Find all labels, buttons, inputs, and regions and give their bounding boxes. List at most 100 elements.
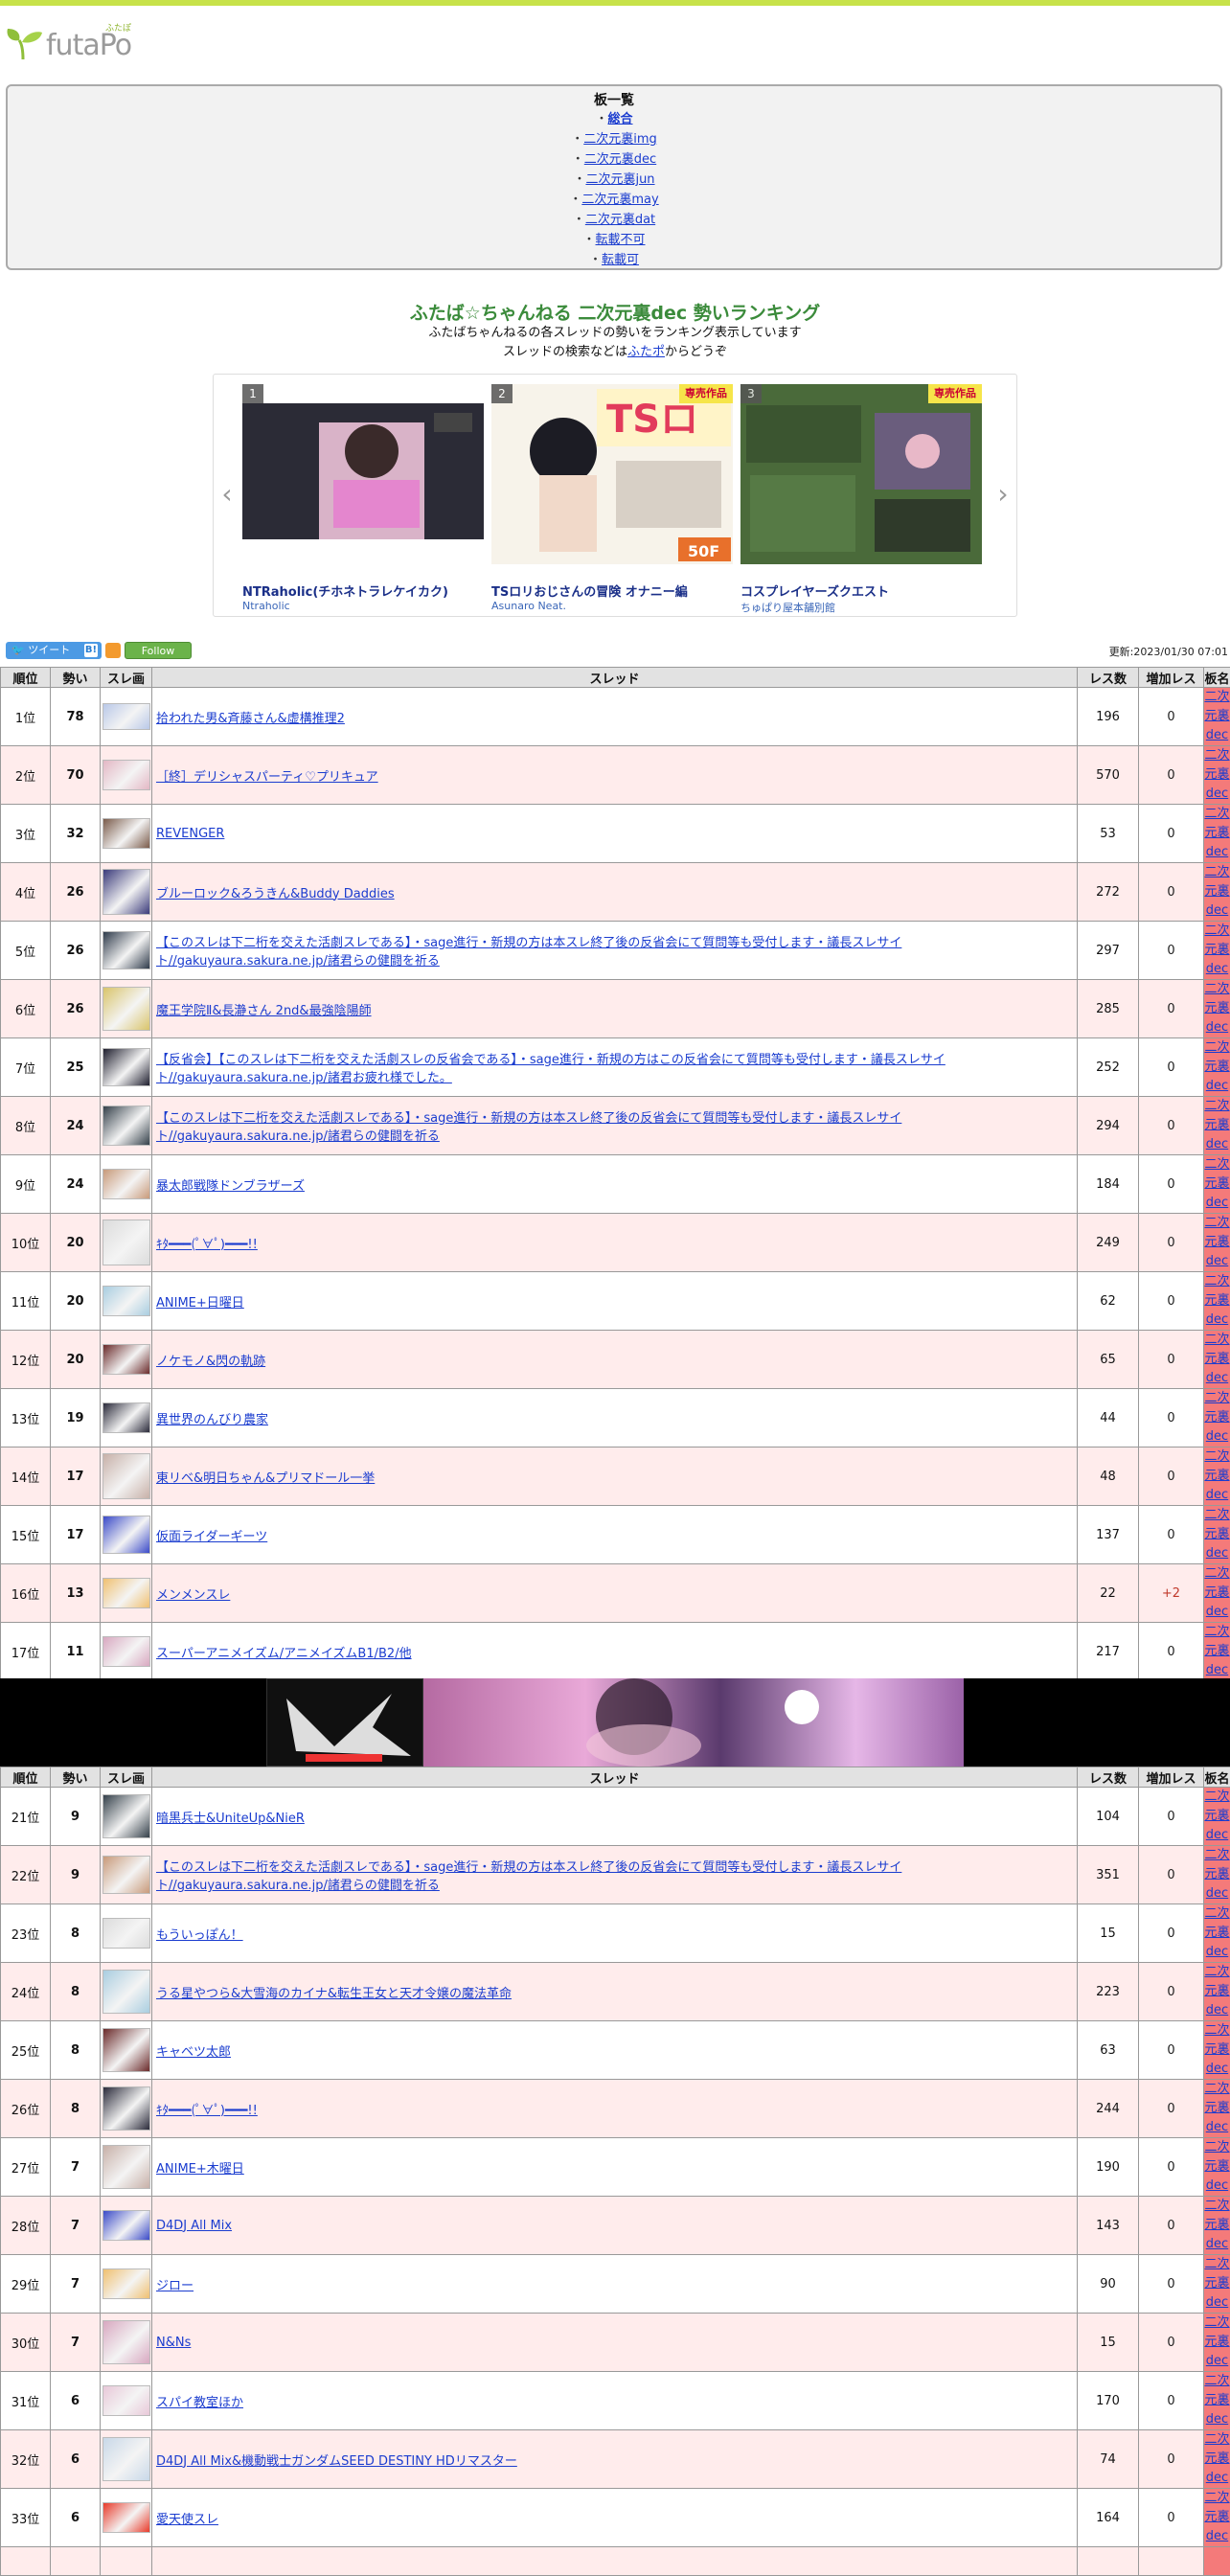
thread-thumbnail[interactable] (102, 2437, 150, 2481)
thread-thumbnail[interactable] (102, 2145, 150, 2189)
thread-thumbnail[interactable] (102, 2086, 150, 2131)
thread-thumbnail[interactable] (102, 1220, 150, 1265)
thread-thumbnail[interactable] (102, 760, 150, 790)
thread-thumbnail[interactable] (102, 2502, 150, 2533)
thread-thumbnail[interactable] (102, 1169, 150, 1199)
thread-link[interactable]: 拾われた男&斉藤さん&虚構推理2 (156, 712, 345, 726)
thread-thumbnail[interactable] (102, 1048, 150, 1086)
thread-link[interactable]: 暗黒兵士&UniteUp&NieR (156, 1812, 305, 1826)
board-name-link[interactable]: 二次元裏dec (1204, 923, 1229, 976)
thread-link[interactable]: キャベツ太郎 (156, 2045, 231, 2060)
thread-thumbnail[interactable] (102, 869, 150, 915)
chevron-left-icon[interactable]: ‹ (217, 480, 237, 509)
board-name-link[interactable]: 二次元裏dec (1204, 2374, 1229, 2427)
board-name-link[interactable]: 二次元裏dec (1204, 865, 1229, 918)
board-name-link[interactable]: 二次元裏dec (1204, 2023, 1229, 2076)
thread-link[interactable]: スパイ教室ほか (156, 2396, 243, 2410)
board-name-link[interactable]: 二次元裏dec (1204, 748, 1229, 801)
thread-link[interactable]: ジロー (156, 2279, 194, 2293)
thread-link[interactable]: D4DJ All Mix&機動戦士ガンダムSEED DESTINY HDリマスタ… (156, 2454, 517, 2469)
board-link[interactable]: 二次元裏img (583, 132, 657, 147)
board-name-link[interactable]: 二次元裏dec (1204, 1216, 1229, 1268)
ad-banner[interactable] (0, 1678, 1230, 1767)
thread-link[interactable]: ブルーロック&ろうきん&Buddy Daddies (156, 887, 395, 901)
board-name-link[interactable]: 二次元裏dec (1204, 2257, 1229, 2310)
thread-thumbnail[interactable] (102, 1344, 150, 1375)
board-name-link[interactable]: 二次元裏dec (1204, 1040, 1229, 1093)
carousel-item[interactable]: 1 NTRaholic(チホネトラレケイカク) Ntraholic (242, 384, 484, 604)
thread-link[interactable]: 異世界のんびり農家 (156, 1413, 268, 1427)
board-name-link[interactable]: 二次元裏dec (1204, 1625, 1229, 1677)
thread-thumbnail[interactable] (102, 1636, 150, 1667)
board-name-link[interactable]: 二次元裏dec (1204, 1566, 1229, 1619)
board-name-link[interactable]: 二次元裏dec (1204, 2315, 1229, 2368)
thread-thumbnail[interactable] (102, 2210, 150, 2241)
thread-link[interactable]: 仮面ライダーギーツ (156, 1530, 267, 1544)
carousel-item[interactable]: TSロ 50F 2 専売作品 TSロリおじさんの冒険 オナニー編 Asunaro… (491, 384, 733, 604)
thread-thumbnail[interactable] (102, 1578, 150, 1608)
board-name-link[interactable]: 二次元裏dec (1204, 1449, 1229, 1502)
board-name-link[interactable]: 二次元裏dec (1204, 2432, 1229, 2485)
board-name-link[interactable]: 二次元裏dec (1204, 2491, 1229, 2543)
thread-link[interactable]: うる星やつら&大雪海のカイナ&転生王女と天才令嬢の魔法革命 (156, 1987, 512, 2001)
thread-thumbnail[interactable] (102, 2385, 150, 2416)
thread-link[interactable]: ノケモノ&閃の軌跡 (156, 1355, 265, 1369)
board-link[interactable]: 二次元裏dec (584, 152, 656, 167)
thread-link[interactable]: N&Ns (156, 2336, 191, 2350)
thread-thumbnail[interactable] (102, 2320, 150, 2364)
thread-thumbnail[interactable] (102, 1856, 150, 1894)
thread-thumbnail[interactable] (102, 1794, 150, 1838)
thread-link[interactable]: ANIME+木曜日 (156, 2162, 244, 2177)
board-name-link[interactable]: 二次元裏dec (1204, 1333, 1229, 1385)
thread-thumbnail[interactable] (102, 1402, 150, 1433)
thread-link[interactable]: 【このスレは下二桁を交えた活劇スレである】・sage進行・新規の方は本スレ終了後… (156, 1860, 901, 1893)
thread-thumbnail[interactable] (102, 931, 150, 969)
board-name-link[interactable]: 二次元裏dec (1204, 1157, 1229, 1210)
thread-thumbnail[interactable] (102, 1106, 150, 1146)
thread-thumbnail[interactable] (102, 1918, 150, 1949)
board-name-link[interactable]: 二次元裏dec (1204, 2199, 1229, 2251)
site-logo[interactable]: futaPo ふたぽ (6, 19, 149, 63)
board-name-link[interactable]: 二次元裏dec (1204, 1848, 1229, 1901)
thread-link[interactable]: もういっぽん！ (156, 1928, 243, 1943)
board-link[interactable]: 総合 (608, 112, 633, 126)
thread-link[interactable]: 暴太郎戦隊ドンブラザーズ (156, 1179, 305, 1194)
thread-link[interactable]: 【このスレは下二桁を交えた活劇スレである】・sage進行・新規の方は本スレ終了後… (156, 936, 901, 969)
thread-thumbnail[interactable] (102, 1286, 150, 1316)
board-name-link[interactable]: 二次元裏dec (1204, 1099, 1229, 1151)
thread-link[interactable]: メンメンスレ (156, 1588, 230, 1603)
thread-link[interactable]: 【反省会】【このスレは下二桁を交えた活劇スレの反省会である】・sage進行・新規… (156, 1053, 945, 1085)
carousel-item[interactable]: 3 専売作品 コスプレイヤーズクエスト ちゅぱり屋本舗別館 (740, 384, 982, 604)
thread-link[interactable]: 愛天使スレ (156, 2513, 218, 2527)
futapo-link[interactable]: ふたポ (627, 345, 665, 359)
hatena-bookmark-icon[interactable]: B! (84, 644, 98, 657)
rss-icon[interactable] (105, 643, 121, 658)
thread-link[interactable]: 東リベ&明日ちゃん&プリマドール一挙 (156, 1471, 375, 1486)
board-link[interactable]: 二次元裏dat (585, 213, 655, 227)
thread-link[interactable]: 【このスレは下二桁を交えた活劇スレである】・sage進行・新規の方は本スレ終了後… (156, 1111, 901, 1144)
thread-thumbnail[interactable] (102, 2028, 150, 2072)
thread-thumbnail[interactable] (102, 818, 150, 849)
board-name-link[interactable]: 二次元裏dec (1204, 1508, 1229, 1561)
follow-button[interactable]: Follow (125, 642, 192, 659)
thread-thumbnail[interactable] (102, 703, 150, 730)
chevron-right-icon[interactable]: › (993, 480, 1013, 509)
thread-thumbnail[interactable] (102, 987, 150, 1031)
board-link[interactable]: 二次元裏jun (585, 172, 654, 187)
board-name-link[interactable]: 二次元裏dec (1204, 1790, 1229, 1842)
board-name-link[interactable]: 二次元裏dec (1204, 690, 1229, 742)
thread-link[interactable]: D4DJ All Mix (156, 2219, 232, 2233)
thread-link[interactable]: ｷﾀ━━━(ﾟ∀ﾟ)━━━!! (156, 2104, 258, 2118)
thread-thumbnail[interactable] (102, 2268, 150, 2299)
board-name-link[interactable]: 二次元裏dec (1204, 2082, 1229, 2134)
thread-thumbnail[interactable] (102, 1516, 150, 1554)
thread-link[interactable]: 魔王学院Ⅱ&長瀞さん 2nd&最強陰陽師 (156, 1004, 372, 1018)
board-link[interactable]: 二次元裏may (581, 193, 658, 207)
thread-link[interactable]: ［終］デリシャスパーティ♡プリキュア (156, 770, 378, 785)
thread-thumbnail[interactable] (102, 1453, 150, 1499)
board-name-link[interactable]: 二次元裏dec (1204, 2140, 1229, 2193)
tweet-button[interactable]: 🐦 ツイート B! (6, 642, 102, 659)
thread-link[interactable]: ANIME+日曜日 (156, 1296, 244, 1311)
board-name-link[interactable]: 二次元裏dec (1204, 807, 1229, 859)
board-name-link[interactable]: 二次元裏dec (1204, 1391, 1229, 1444)
